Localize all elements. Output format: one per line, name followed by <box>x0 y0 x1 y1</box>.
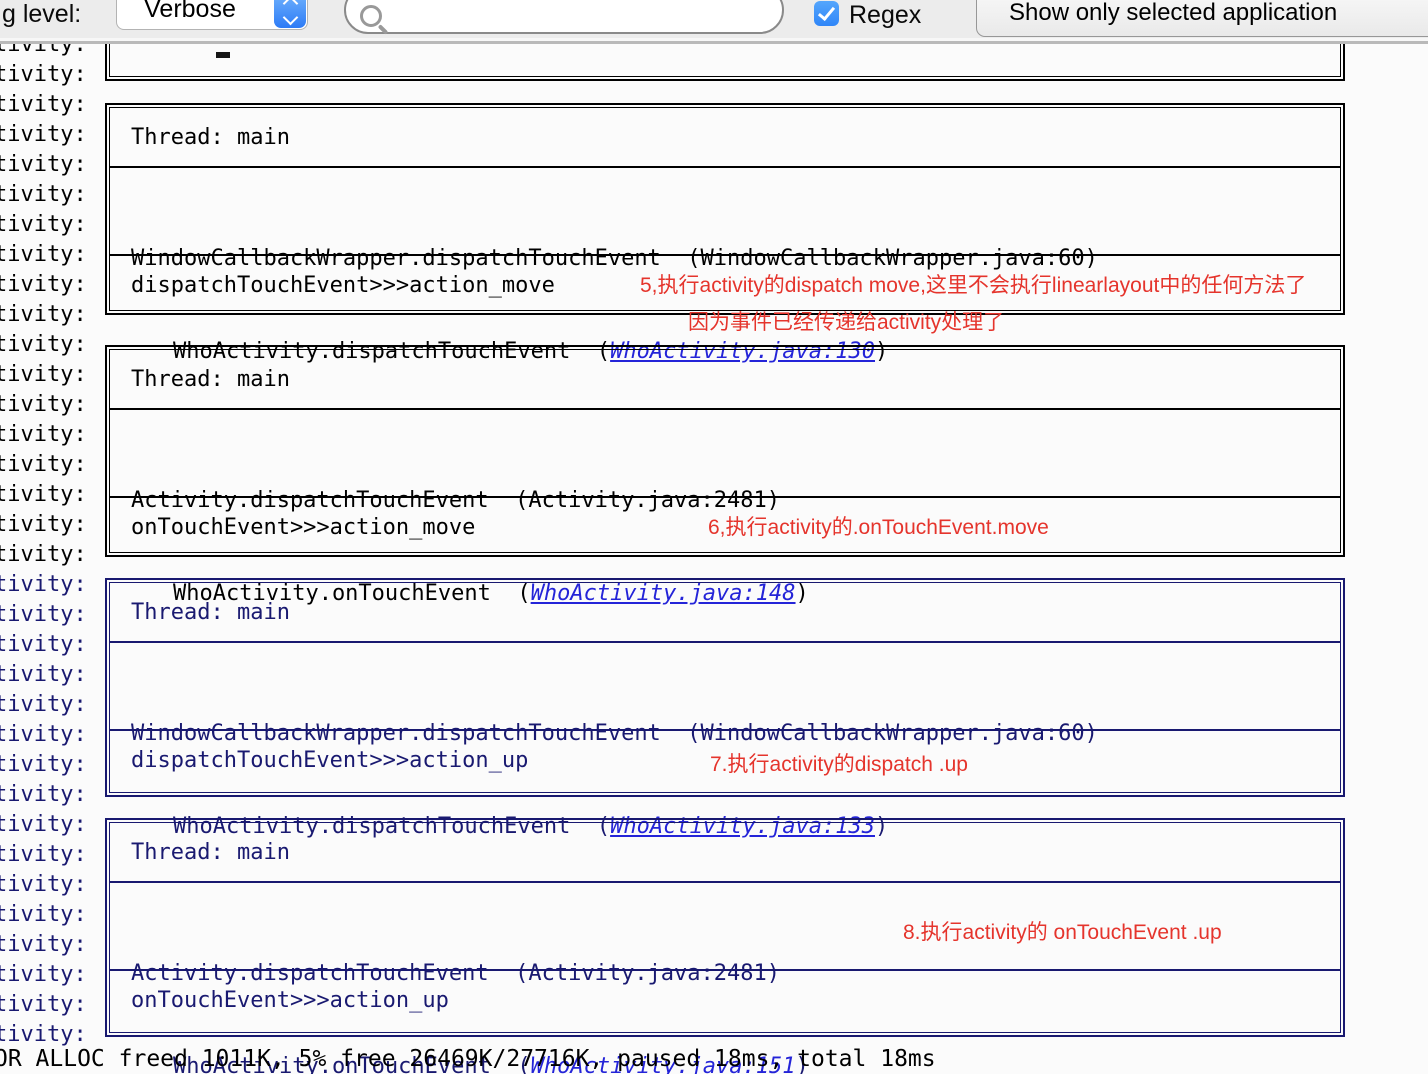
annotation-step8: 8.执行activity的 onTouchEvent .up <box>903 916 1222 946</box>
chevron-down-icon <box>282 10 298 26</box>
log-tag-truncated: tivity: <box>0 240 87 270</box>
log-tag-truncated: tivity: <box>0 270 87 300</box>
log-tag-truncated: tivity: <box>0 840 87 870</box>
stack-trace: Activity.dispatchTouchEvent (Activity.ja… <box>110 408 1340 496</box>
search-icon-handle <box>378 24 389 35</box>
stack-trace: WindowCallbackWrapper.dispatchTouchEvent… <box>110 641 1340 729</box>
log-tag-truncated: tivity: <box>0 570 87 600</box>
toolbar: g level: Verbose Regex Show only selecte… <box>0 0 1428 38</box>
log-tag-truncated: tivity: <box>0 630 87 660</box>
app-filter-select[interactable]: Show only selected application <box>976 0 1428 37</box>
search-icon <box>360 5 382 27</box>
log-level-value: Verbose <box>117 0 263 24</box>
log-tag-truncated: tivity: <box>0 90 87 120</box>
log-tag-truncated: tivity: <box>0 330 87 360</box>
log-tag-truncated: tivity: <box>0 810 87 840</box>
search-input[interactable] <box>344 0 784 34</box>
log-tag-truncated: tivity: <box>0 300 87 330</box>
log-tag-truncated: tivity: <box>0 150 87 180</box>
log-tag-truncated: tivity: <box>0 930 87 960</box>
annotation-step5-line1: 5,执行activity的dispatch move,这里不会执行linearl… <box>640 269 1306 299</box>
truncated-text-stub <box>216 52 230 58</box>
log-tag-truncated: tivity: <box>0 120 87 150</box>
checkmark-icon <box>818 3 835 21</box>
log-tag-truncated: tivity: <box>0 750 87 780</box>
annotation-step5-line2: 因为事件已经传递给activity处理了 <box>688 306 1004 336</box>
thread-label: Thread: main <box>110 350 1340 408</box>
log-tag-truncated: tivity: <box>0 420 87 450</box>
stack-trace: WindowCallbackWrapper.dispatchTouchEvent… <box>110 166 1340 254</box>
thread-label: Thread: main <box>110 108 1340 166</box>
annotation-step6: 6,执行activity的.onTouchEvent.move <box>708 511 1049 541</box>
thread-label: Thread: main <box>110 823 1340 881</box>
log-tag-truncated: tivity: <box>0 690 87 720</box>
log-tag-truncated: tivity: <box>0 900 87 930</box>
log-tag-truncated: tivity: <box>0 180 87 210</box>
log-tag-truncated: tivity: <box>0 210 87 240</box>
log-tag-truncated: tivity: <box>0 510 87 540</box>
annotation-step7: 7.执行activity的dispatch .up <box>710 748 968 778</box>
log-tag-truncated: tivity: <box>0 450 87 480</box>
select-stepper-icon[interactable] <box>274 0 306 28</box>
toolbar-divider <box>0 41 1428 44</box>
log-tag-truncated: tivity: <box>0 960 87 990</box>
log-tag-truncated: tivity: <box>0 60 87 90</box>
thread-label: Thread: main <box>110 583 1340 641</box>
log-tag-truncated: tivity: <box>0 390 87 420</box>
logcat-window: g level: Verbose Regex Show only selecte… <box>0 0 1428 1074</box>
log-tag-truncated: tivity: <box>0 600 87 630</box>
log-level-label: g level: <box>2 0 81 29</box>
log-tag-truncated: tivity: <box>0 720 87 750</box>
log-tag-truncated: tivity: <box>0 990 87 1020</box>
log-level-select[interactable]: Verbose <box>116 0 308 30</box>
log-tag-truncated: tivity: <box>0 660 87 690</box>
log-tag-truncated: tivity: <box>0 780 87 810</box>
regex-checkbox[interactable] <box>814 1 839 26</box>
regex-label: Regex <box>849 1 921 30</box>
log-tag-truncated: tivity: <box>0 870 87 900</box>
log-tag-truncated: tivity: <box>0 360 87 390</box>
app-filter-value: Show only selected application <box>1009 0 1337 27</box>
log-tag-truncated: tivity: <box>0 480 87 510</box>
log-tag-truncated: tivity: <box>0 540 87 570</box>
gc-log-line: OR ALLOC freed 1011K, 5% free 26469K/277… <box>0 1046 936 1072</box>
